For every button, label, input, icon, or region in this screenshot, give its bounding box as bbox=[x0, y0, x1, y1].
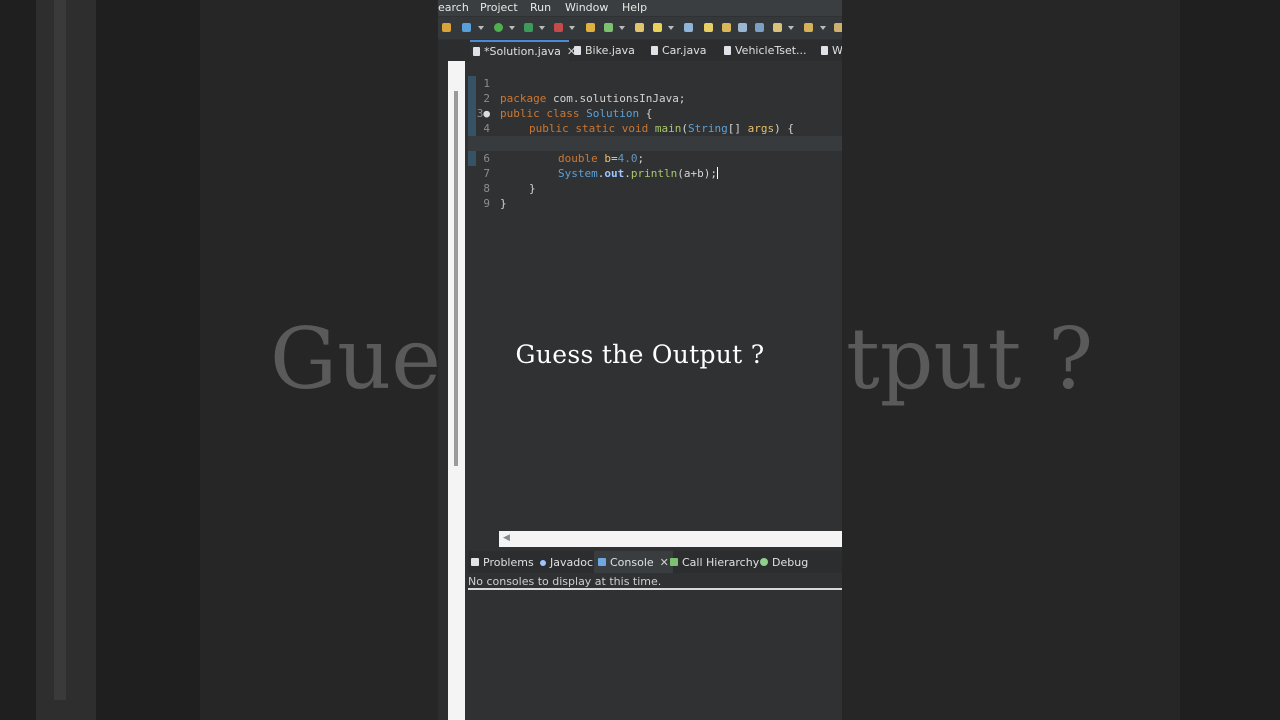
tab-label: VehicleTset... bbox=[735, 44, 807, 57]
new-project-icon[interactable] bbox=[586, 23, 595, 32]
bottom-panel: Problems Javadoc Console ✕ Call Hierarchy… bbox=[468, 551, 842, 720]
menu-run[interactable]: Run bbox=[530, 1, 551, 14]
code-line-6: 6 System.out.println(a+b); bbox=[468, 136, 842, 180]
tab-javadoc[interactable]: Javadoc bbox=[540, 551, 593, 573]
next-annotation-icon[interactable] bbox=[773, 23, 782, 32]
console-divider bbox=[468, 588, 842, 590]
line-number: 9 bbox=[483, 197, 490, 210]
tab-w[interactable]: W bbox=[818, 40, 842, 61]
next-annotation-dropdown-icon[interactable] bbox=[788, 26, 794, 30]
tab-vehicletset[interactable]: VehicleTset... bbox=[721, 40, 807, 61]
mark-occurrences-icon[interactable] bbox=[704, 23, 713, 32]
menu-help[interactable]: Help bbox=[622, 1, 647, 14]
problems-icon bbox=[471, 558, 479, 566]
console-message: No consoles to display at this time. bbox=[468, 575, 662, 588]
tab-label: Debug bbox=[772, 556, 809, 569]
code-line-5: 5 double b=4.0; bbox=[468, 121, 842, 165]
java-file-icon bbox=[821, 46, 828, 55]
tab-car-java[interactable]: Car.java bbox=[648, 40, 706, 61]
console-icon bbox=[598, 558, 606, 566]
pilcrow-icon[interactable] bbox=[755, 23, 764, 32]
tab-label: *Solution.java bbox=[484, 45, 561, 58]
toggle-block-icon[interactable] bbox=[722, 23, 731, 32]
code-line-1: 1 package com.solutionsInJava; bbox=[468, 61, 842, 105]
code-line-2: 2 public class Solution { bbox=[468, 76, 842, 120]
horizontal-scrollbar[interactable]: ◀ bbox=[499, 531, 842, 547]
new-class-dropdown-icon[interactable] bbox=[619, 26, 625, 30]
tab-label: Console bbox=[610, 556, 654, 569]
video-caption: Guess the Output ? bbox=[515, 340, 765, 369]
tab-debug[interactable]: Debug bbox=[760, 551, 808, 573]
left-trim bbox=[438, 61, 448, 720]
tab-label: Car.java bbox=[662, 44, 707, 57]
run-icon[interactable] bbox=[494, 23, 503, 32]
call-hierarchy-icon bbox=[670, 558, 678, 566]
tab-call-hierarchy[interactable]: Call Hierarchy bbox=[670, 551, 759, 573]
toolbar bbox=[438, 17, 842, 39]
search-icon[interactable] bbox=[653, 23, 662, 32]
tab-label: Call Hierarchy bbox=[682, 556, 760, 569]
editor-tab-bar: ▸ *Solution.java✕ Bike.java Car.java Veh… bbox=[438, 40, 842, 93]
open-type-icon[interactable] bbox=[635, 23, 644, 32]
code-line-4: 4 int a=5; bbox=[468, 106, 842, 150]
debug-dropdown-icon[interactable] bbox=[478, 26, 484, 30]
tab-bike-java[interactable]: Bike.java bbox=[571, 40, 635, 61]
code-editor[interactable]: 1 package com.solutionsInJava; 2 public … bbox=[454, 61, 842, 531]
external-tools-icon[interactable] bbox=[554, 23, 563, 32]
prev-annotation-dropdown-icon[interactable] bbox=[820, 26, 826, 30]
tab-label: Problems bbox=[483, 556, 534, 569]
tab-label: Javadoc bbox=[550, 556, 593, 569]
search-dropdown-icon[interactable] bbox=[668, 26, 674, 30]
backdrop-stripe-inner bbox=[54, 0, 66, 700]
menu-window[interactable]: Window bbox=[565, 1, 608, 14]
tab-problems[interactable]: Problems bbox=[471, 551, 534, 573]
javadoc-icon bbox=[540, 560, 546, 566]
annotation-icon[interactable] bbox=[684, 23, 693, 32]
java-file-icon bbox=[724, 46, 731, 55]
new-class-icon[interactable] bbox=[604, 23, 613, 32]
back-icon[interactable] bbox=[834, 23, 842, 32]
java-file-icon bbox=[651, 46, 658, 55]
menu-bar: earch Project Run Window Help bbox=[438, 0, 842, 16]
code-line-9: 9 bbox=[468, 181, 842, 210]
prev-annotation-icon[interactable] bbox=[804, 23, 813, 32]
debug-icon bbox=[760, 558, 768, 566]
new-icon[interactable] bbox=[442, 23, 451, 32]
close-icon[interactable]: ✕ bbox=[660, 556, 669, 569]
menu-search[interactable]: earch bbox=[438, 1, 469, 14]
vertical-scrollbar[interactable] bbox=[454, 91, 458, 466]
menu-project[interactable]: Project bbox=[480, 1, 518, 14]
tab-label: W bbox=[832, 44, 842, 57]
eclipse-window: earch Project Run Window Help ▸ bbox=[438, 0, 842, 720]
code-line-8: 8 } bbox=[468, 166, 842, 210]
bottom-tab-bar: Problems Javadoc Console ✕ Call Hierarchy… bbox=[468, 551, 842, 573]
external-tools-dropdown-icon[interactable] bbox=[569, 26, 575, 30]
coverage-icon[interactable] bbox=[524, 23, 533, 32]
debug-icon[interactable] bbox=[462, 23, 471, 32]
show-whitespace-icon[interactable] bbox=[738, 23, 747, 32]
backdrop-stripe bbox=[36, 0, 96, 720]
coverage-dropdown-icon[interactable] bbox=[539, 26, 545, 30]
backdrop-text-right: tput ? bbox=[846, 310, 1094, 408]
java-file-icon bbox=[473, 47, 480, 56]
scroll-left-icon[interactable]: ◀ bbox=[503, 533, 510, 543]
tab-console[interactable]: Console ✕ bbox=[594, 551, 673, 573]
code-line-7: 7 } bbox=[468, 151, 842, 195]
tab-label: Bike.java bbox=[585, 44, 635, 57]
backdrop-text-left: Gue bbox=[270, 310, 441, 408]
java-file-icon bbox=[574, 46, 581, 55]
code-line-3: 3● public static void main(String[] args… bbox=[468, 91, 842, 135]
run-dropdown-icon[interactable] bbox=[509, 26, 515, 30]
tab-solution-java[interactable]: *Solution.java ✕ bbox=[470, 40, 576, 61]
